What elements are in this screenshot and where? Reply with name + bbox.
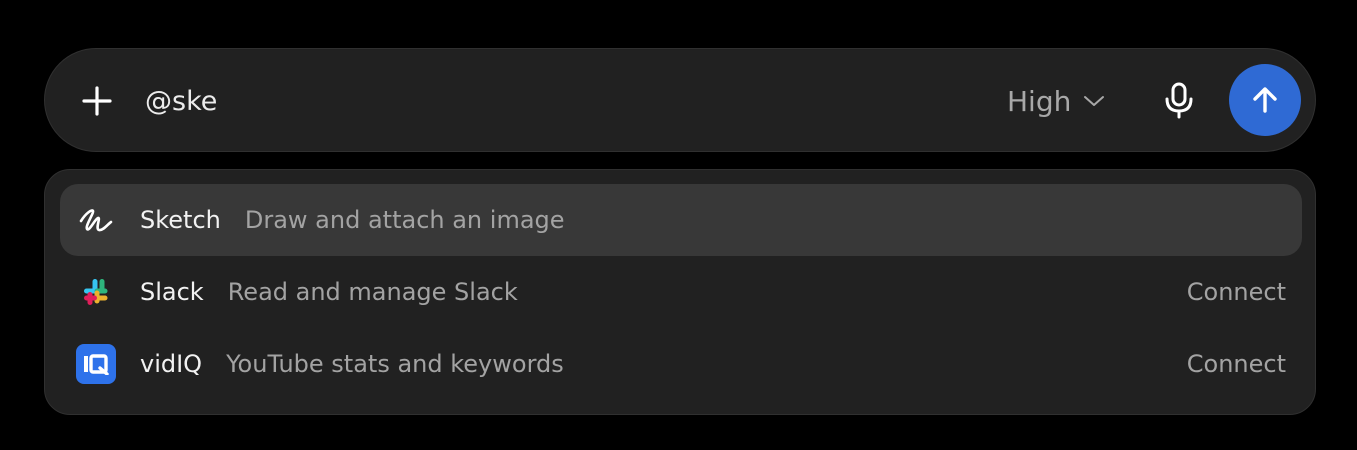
menu-item-name: Slack xyxy=(140,278,204,306)
menu-item-description: Read and manage Slack xyxy=(227,278,518,306)
menu-item-name: Sketch xyxy=(140,206,221,234)
effort-label: High xyxy=(1007,84,1072,118)
connect-slack-button[interactable]: Connect xyxy=(1187,256,1286,328)
microphone-icon xyxy=(1165,82,1193,119)
connect-vidiq-button[interactable]: Connect xyxy=(1187,328,1286,400)
slack-logo-icon xyxy=(76,272,116,312)
prompt-input[interactable] xyxy=(145,79,965,123)
menu-item-name: vidIQ xyxy=(140,350,203,378)
plus-icon xyxy=(82,86,112,116)
menu-item-description: Draw and attach an image xyxy=(244,206,565,234)
menu-item-slack[interactable]: Slack Read and manage Slack Connect xyxy=(60,256,1302,328)
chevron-down-icon xyxy=(1084,96,1105,106)
prompt-composer: High xyxy=(44,48,1316,152)
arrow-up-icon xyxy=(1253,87,1277,113)
voice-input-button[interactable] xyxy=(1157,79,1201,123)
send-button[interactable] xyxy=(1229,64,1301,136)
add-attachment-button[interactable] xyxy=(75,79,119,123)
sketch-scribble-icon xyxy=(76,200,116,240)
menu-item-sketch[interactable]: Sketch Draw and attach an image xyxy=(60,184,1302,256)
menu-item-description: YouTube stats and keywords xyxy=(226,350,564,378)
mention-suggestions-menu: Sketch Draw and attach an image Slack Re… xyxy=(44,169,1316,415)
effort-selector[interactable]: High xyxy=(1007,79,1105,123)
menu-item-vidiq[interactable]: vidIQ YouTube stats and keywords Connect xyxy=(60,328,1302,400)
vidiq-logo-icon xyxy=(76,344,116,384)
